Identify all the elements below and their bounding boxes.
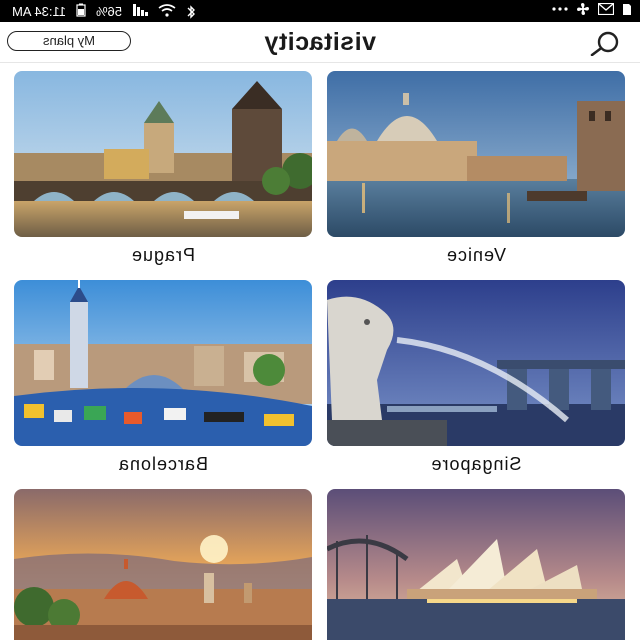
status-bar: 11:34 AM 56% xyxy=(0,0,640,22)
city-card-florence[interactable] xyxy=(14,489,312,640)
city-name-singapore: Singapore xyxy=(430,454,522,474)
city-card-venice[interactable]: Venice xyxy=(327,71,625,271)
city-card-sydney[interactable] xyxy=(327,489,625,640)
more-dots-icon xyxy=(552,6,568,12)
city-card-prague[interactable]: Prague xyxy=(14,71,312,271)
fan-icon xyxy=(576,2,590,16)
sim-icon xyxy=(622,3,632,16)
city-image-venice[interactable] xyxy=(327,71,625,237)
city-name-prague: Prague xyxy=(130,245,196,265)
app-header: My plans visitacity xyxy=(0,22,640,63)
city-image-florence[interactable] xyxy=(14,489,312,640)
city-card-barcelona[interactable]: Barcelona xyxy=(14,280,312,480)
city-image-sydney[interactable] xyxy=(327,489,625,640)
logo-text: visitacity xyxy=(264,28,377,56)
signal-icon xyxy=(132,4,148,19)
search-icon[interactable] xyxy=(584,30,624,57)
wifi-icon xyxy=(158,3,176,20)
bluetooth-icon xyxy=(186,4,196,19)
battery-percent: 56% xyxy=(95,4,122,19)
my-plans-label: My plans xyxy=(42,33,96,48)
status-bar-right xyxy=(552,2,632,16)
city-name-venice: Venice xyxy=(445,245,507,265)
city-card-singapore[interactable]: Singapore xyxy=(327,280,625,480)
city-image-barcelona[interactable] xyxy=(14,280,312,446)
city-image-prague[interactable] xyxy=(14,71,312,237)
status-bar-left: 11:34 AM 56% xyxy=(12,3,196,20)
clock: 11:34 AM xyxy=(12,4,66,19)
city-image-singapore[interactable] xyxy=(327,280,625,446)
my-plans-button[interactable]: My plans xyxy=(7,31,131,51)
battery-icon xyxy=(76,3,86,20)
gmail-icon xyxy=(598,3,614,15)
city-name-barcelona: Barcelona xyxy=(117,454,209,474)
app-logo: visitacity xyxy=(238,28,402,56)
